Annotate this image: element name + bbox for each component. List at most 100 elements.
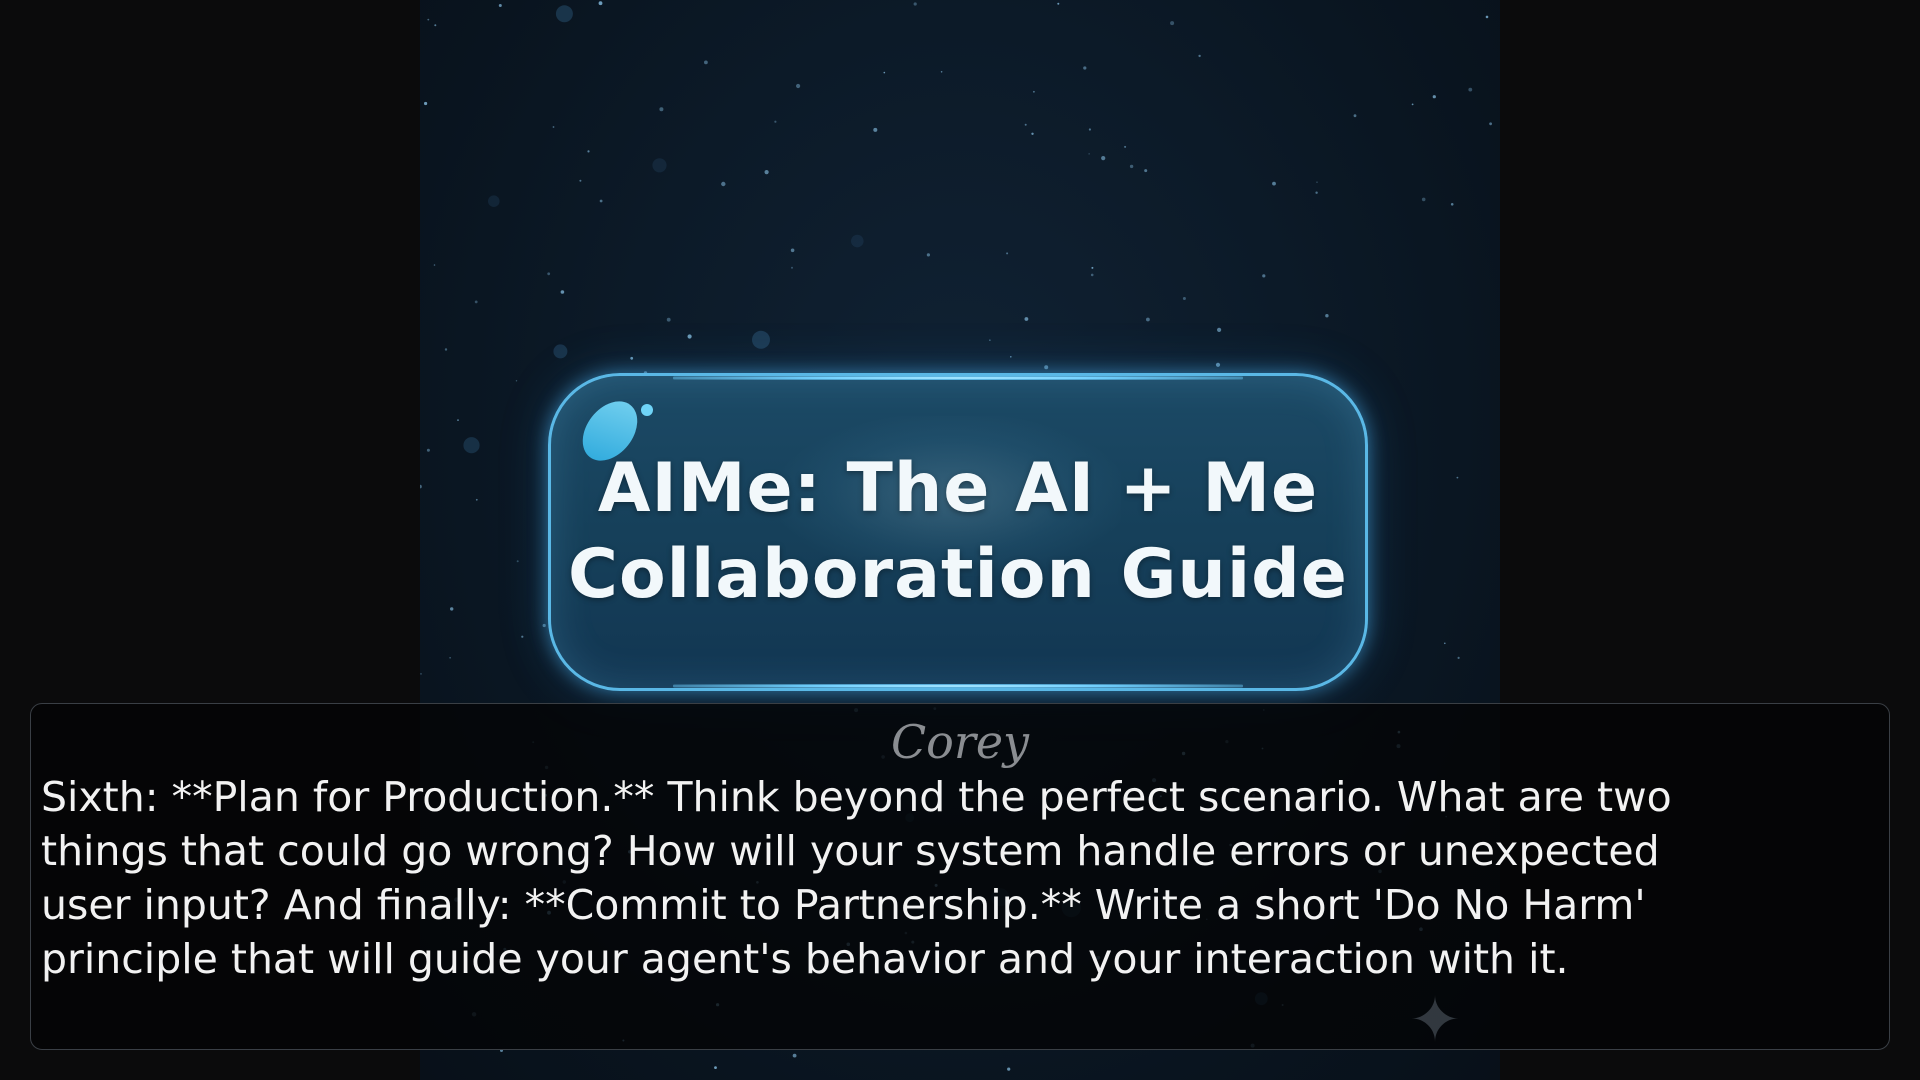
star-dot	[791, 266, 793, 269]
star-dot	[913, 2, 917, 6]
star-dot	[714, 1066, 717, 1069]
star-dot	[704, 60, 708, 65]
star-dot	[1444, 642, 1446, 645]
star-dot	[1411, 103, 1414, 106]
star-dot	[434, 24, 437, 27]
star-dot	[659, 107, 664, 112]
star-dot	[1316, 181, 1318, 183]
star-dot	[1010, 356, 1012, 358]
star-dot	[873, 127, 878, 132]
star-dot	[940, 71, 943, 73]
star-dot	[426, 448, 430, 452]
star-dot	[498, 4, 502, 7]
star-dot	[542, 623, 546, 628]
star-dot	[420, 484, 422, 489]
star-dot	[547, 272, 551, 276]
star-dot	[1450, 203, 1454, 206]
star-dot	[1353, 114, 1357, 118]
star-dot	[989, 339, 991, 341]
star-dot	[764, 170, 769, 175]
highlight-dot-icon	[641, 404, 653, 416]
star-dot	[1432, 95, 1436, 99]
star-dot	[474, 300, 478, 304]
game-screen: AIMe: The AI + Me Collaboration Guide Co…	[0, 0, 1920, 1080]
star-dot	[598, 1, 603, 6]
star-dot	[790, 248, 795, 253]
star-dot	[587, 150, 590, 153]
star-dot	[926, 253, 930, 257]
star-dot	[721, 181, 726, 187]
star-dot	[652, 158, 667, 173]
star-dot	[516, 560, 519, 563]
dialogue-box[interactable]: Corey Sixth: **Plan for Production.** Th…	[30, 703, 1890, 1050]
star-dot	[427, 18, 430, 21]
speaker-name: Corey	[890, 715, 1030, 769]
star-dot	[599, 199, 603, 203]
star-dot	[1101, 156, 1106, 161]
star-dot	[1421, 197, 1426, 202]
star-dot	[1325, 314, 1329, 318]
star-dot	[1088, 153, 1090, 155]
star-dot	[1456, 476, 1459, 479]
star-dot	[774, 120, 777, 123]
star-dot	[1170, 21, 1175, 26]
star-dot	[555, 5, 573, 23]
star-dot	[883, 71, 886, 74]
star-dot	[1146, 317, 1150, 322]
star-dot	[424, 101, 428, 106]
star-dot	[1489, 122, 1492, 126]
star-dot	[521, 635, 524, 638]
star-dot	[444, 348, 448, 351]
star-dot	[1315, 191, 1318, 194]
star-dot	[560, 290, 565, 294]
star-dot	[433, 264, 436, 266]
title-line-2: Collaboration Guide	[568, 535, 1348, 614]
star-dot	[796, 83, 801, 89]
title-line-1: AIMe: The AI + Me	[597, 449, 1319, 528]
star-dot	[1031, 132, 1034, 135]
star-dot	[1485, 15, 1489, 19]
star-dot	[488, 195, 500, 207]
star-dot	[553, 344, 568, 359]
star-dot	[1217, 327, 1222, 332]
star-dot	[420, 673, 422, 675]
star-dot	[1088, 128, 1091, 131]
star-dot	[1024, 317, 1029, 321]
star-dot	[1182, 297, 1186, 300]
star-dot	[630, 356, 634, 360]
star-dot	[463, 437, 480, 454]
star-dot	[579, 179, 582, 182]
star-dot	[1033, 90, 1035, 93]
star-dot	[1024, 123, 1027, 126]
star-dot	[1144, 169, 1148, 173]
star-dot	[792, 1053, 797, 1058]
star-dot	[1044, 365, 1049, 370]
title-card: AIMe: The AI + Me Collaboration Guide	[548, 373, 1368, 691]
star-dot	[1090, 273, 1094, 277]
star-dot	[1262, 274, 1266, 278]
title-card-top-glow	[673, 376, 1243, 380]
star-dot	[1215, 362, 1221, 367]
star-dot	[1083, 66, 1087, 70]
star-dot	[1006, 252, 1009, 255]
star-dot	[1468, 87, 1473, 92]
star-dot	[552, 126, 555, 128]
star-dot	[450, 607, 454, 611]
star-dot	[1057, 2, 1060, 5]
star-dot	[1272, 181, 1276, 186]
four-point-star-icon: ✦	[1409, 983, 1461, 1056]
star-dot	[449, 657, 451, 659]
star-dot	[457, 419, 459, 421]
star-dot	[1124, 145, 1127, 148]
star-dot	[1129, 164, 1134, 169]
star-dot	[666, 317, 671, 322]
star-dot	[1007, 1067, 1011, 1071]
dialogue-text: Sixth: **Plan for Production.** Think be…	[41, 773, 1672, 983]
title-card-bottom-glow	[673, 684, 1243, 688]
star-dot	[851, 234, 864, 248]
star-dot	[475, 498, 478, 501]
star-dot	[1198, 54, 1201, 58]
star-dot	[687, 334, 692, 339]
star-dot	[1091, 266, 1094, 269]
star-dot	[752, 330, 770, 349]
